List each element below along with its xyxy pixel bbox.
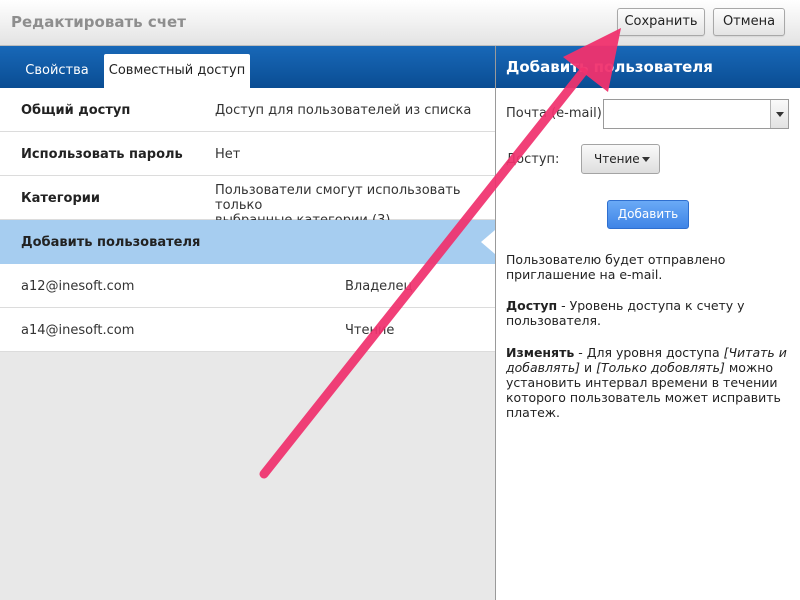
- help-access-term: Доступ: [506, 298, 558, 313]
- window-title: Редактировать счет: [11, 13, 186, 31]
- selection-notch: [481, 230, 495, 254]
- help-edit-text1: - Для уровня доступа: [574, 345, 724, 360]
- setting-label: Категории: [21, 191, 100, 206]
- user-role: Владелец: [345, 279, 413, 294]
- tab-bar: Свойства Совместный доступ: [0, 46, 495, 88]
- help-edit-term: Изменять: [506, 345, 575, 360]
- user-email: a14@inesoft.com: [21, 323, 135, 338]
- cancel-button[interactable]: Отмена: [713, 8, 785, 36]
- help-edit-and: и: [580, 360, 597, 375]
- help-edit: Изменять - Для уровня доступа [Читать и …: [506, 345, 796, 420]
- add-user-title: Добавить пользователя: [506, 58, 713, 76]
- caret-down-icon: [642, 157, 650, 162]
- setting-row-sharing[interactable]: Общий доступ Доступ для пользователей из…: [0, 88, 495, 132]
- help-invite: Пользователю будет отправлено приглашени…: [506, 252, 726, 282]
- setting-row-categories[interactable]: Категории Пользователи смогут использова…: [0, 176, 495, 228]
- tab-sharing[interactable]: Совместный доступ: [104, 54, 250, 88]
- email-dropdown-button[interactable]: [770, 100, 788, 128]
- setting-label: Использовать пароль: [21, 147, 183, 162]
- add-user-row[interactable]: Добавить пользователя: [0, 220, 495, 264]
- add-user-row-label: Добавить пользователя: [21, 235, 201, 250]
- user-row[interactable]: a14@inesoft.com Чтение: [0, 308, 495, 352]
- chevron-down-icon: [776, 112, 784, 117]
- access-dropdown[interactable]: Чтение: [581, 144, 660, 174]
- email-label: Почта (e-mail):: [506, 106, 607, 121]
- help-access: Доступ - Уровень доступа к счету у польз…: [506, 298, 796, 328]
- tab-properties[interactable]: Свойства: [12, 54, 102, 88]
- user-row[interactable]: a12@inesoft.com Владелец: [0, 264, 495, 308]
- setting-value: Нет: [215, 147, 241, 162]
- help-edit-option2: [Только добовлять]: [596, 360, 725, 375]
- setting-value-line1: Пользователи смогут использовать только: [215, 183, 461, 213]
- settings-list: Общий доступ Доступ для пользователей из…: [0, 88, 495, 352]
- setting-label: Общий доступ: [21, 103, 131, 118]
- setting-row-password[interactable]: Использовать пароль Нет: [0, 132, 495, 176]
- user-email: a12@inesoft.com: [21, 279, 135, 294]
- email-combobox[interactable]: [603, 99, 789, 129]
- setting-value: Доступ для пользователей из списка: [215, 103, 472, 118]
- access-value: Чтение: [594, 152, 640, 166]
- add-user-panel: Добавить пользователя Почта (e-mail): До…: [496, 46, 800, 600]
- access-label: Доступ:: [506, 152, 560, 167]
- user-role: Чтение: [345, 323, 395, 338]
- add-user-button[interactable]: Добавить: [607, 200, 689, 229]
- save-button[interactable]: Сохранить: [617, 8, 705, 36]
- title-bar: Редактировать счет Сохранить Отмена: [0, 0, 800, 46]
- sharing-panel: Свойства Совместный доступ Общий доступ …: [0, 46, 495, 600]
- add-user-header: Добавить пользователя: [496, 46, 800, 88]
